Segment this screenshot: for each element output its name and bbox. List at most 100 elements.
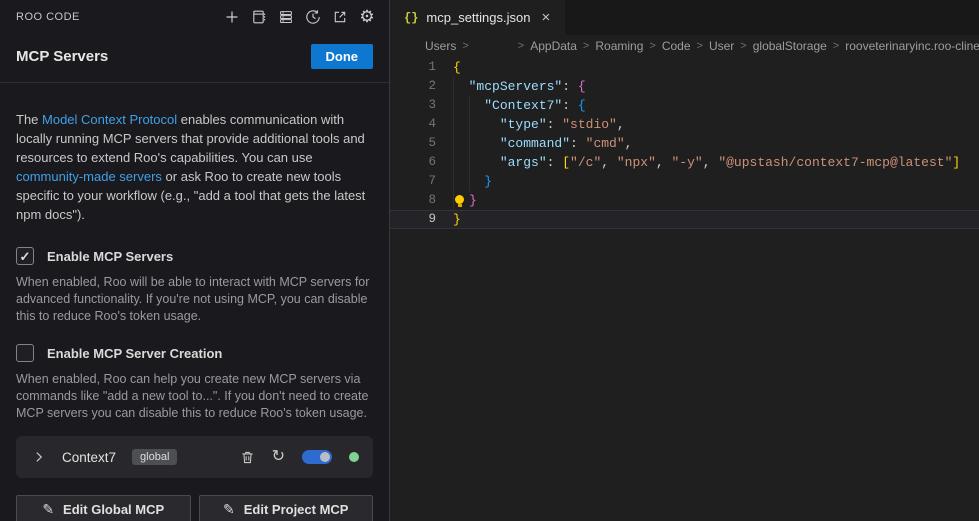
code-token <box>453 117 500 132</box>
settings-gear-icon[interactable]: ⚙ <box>357 7 377 27</box>
sidebar-body: The Model Context Protocol enables commu… <box>0 110 389 521</box>
line-content: } <box>436 172 492 191</box>
line-content: } <box>436 211 461 228</box>
code-token: } <box>469 193 477 208</box>
enable-mcp-servers-row: ✓ Enable MCP Servers <box>16 247 373 265</box>
line-content: "mcpServers": { <box>436 77 586 96</box>
line-number: 1 <box>390 58 436 77</box>
code-token: : <box>562 98 578 113</box>
enable-mcp-servers-checkbox[interactable]: ✓ <box>16 247 34 265</box>
code-editor[interactable]: 1{2 "mcpServers": {3 "Context7": {4 "typ… <box>390 57 979 229</box>
edit-project-mcp-label: Edit Project MCP <box>244 502 349 517</box>
breadcrumb-separator-icon: > <box>649 40 655 52</box>
code-token: "stdio" <box>562 117 617 132</box>
editor-group: {} mcp_settings.json × Users > > AppData > Ro… <box>389 0 979 521</box>
breadcrumb-segment[interactable]: Users <box>425 39 456 53</box>
code-token: "type" <box>500 117 547 132</box>
code-line[interactable]: 7 } <box>390 172 979 191</box>
code-token: { <box>578 98 586 113</box>
enable-mcp-servers-description: When enabled, Roo will be able to intera… <box>16 274 373 325</box>
tab-bar: {} mcp_settings.json × <box>390 0 979 35</box>
code-token: "npx" <box>617 155 656 170</box>
line-number: 6 <box>390 153 436 172</box>
breadcrumb-segment[interactable]: AppData <box>530 39 577 53</box>
mcp-server-item[interactable]: Context7 global ↻ <box>16 436 373 478</box>
line-content: "Context7": { <box>436 96 586 115</box>
breadcrumb-separator-icon: > <box>833 40 839 52</box>
intro-before: The <box>16 112 42 127</box>
page-title: MCP Servers <box>16 48 108 65</box>
line-content: } <box>436 191 477 210</box>
code-token: : <box>570 136 586 151</box>
code-token: : <box>547 117 563 132</box>
pencil-icon: ✎ <box>42 501 54 518</box>
open-in-editor-icon[interactable] <box>330 7 350 27</box>
code-token: , <box>625 136 633 151</box>
server-enabled-toggle[interactable] <box>302 450 332 464</box>
line-number: 8 <box>390 191 436 210</box>
code-line[interactable]: 3 "Context7": { <box>390 96 979 115</box>
code-line[interactable]: 6 "args": ["/c", "npx", "-y", "@upstash/… <box>390 153 979 172</box>
code-token: "mcpServers" <box>469 79 563 94</box>
breadcrumb-segment[interactable]: Roaming <box>595 39 643 53</box>
line-content: "type": "stdio", <box>436 115 625 134</box>
code-token: : <box>562 79 578 94</box>
tab-close-icon[interactable]: × <box>538 9 553 26</box>
code-token: { <box>453 60 461 75</box>
breadcrumb-segment[interactable]: User <box>709 39 734 53</box>
code-line[interactable]: 5 "command": "cmd", <box>390 134 979 153</box>
edit-global-mcp-button[interactable]: ✎ Edit Global MCP <box>16 495 191 521</box>
code-line[interactable]: 4 "type": "stdio", <box>390 115 979 134</box>
code-token: "command" <box>500 136 570 151</box>
breadcrumb-segment[interactable]: globalStorage <box>753 39 827 53</box>
mcp-server-icon[interactable] <box>276 7 296 27</box>
line-number: 3 <box>390 96 436 115</box>
code-token: } <box>453 212 461 227</box>
server-scope-badge: global <box>132 449 177 465</box>
code-token: "Context7" <box>484 98 562 113</box>
edit-mcp-buttons: ✎ Edit Global MCP ✎ Edit Project MCP <box>16 495 373 521</box>
breadcrumb-segment[interactable]: Code <box>662 39 691 53</box>
code-token: , <box>656 155 672 170</box>
code-token <box>453 98 484 113</box>
tab-mcp-settings-json[interactable]: {} mcp_settings.json × <box>390 0 565 35</box>
code-token: , <box>703 155 719 170</box>
chevron-right-icon[interactable] <box>30 448 48 466</box>
lightbulb-icon[interactable] <box>453 191 469 210</box>
prompts-notebook-icon[interactable] <box>249 7 269 27</box>
enable-mcp-creation-checkbox[interactable] <box>16 344 34 362</box>
breadcrumb-separator-icon: > <box>697 40 703 52</box>
breadcrumb-segment[interactable]: rooveterinaryinc.roo-cline <box>845 39 979 53</box>
code-line[interactable]: 2 "mcpServers": { <box>390 77 979 96</box>
edit-global-mcp-label: Edit Global MCP <box>63 502 164 517</box>
edit-project-mcp-button[interactable]: ✎ Edit Project MCP <box>199 495 374 521</box>
delete-server-trash-icon[interactable] <box>240 450 255 465</box>
code-token: "@upstash/context7-mcp@latest" <box>718 155 952 170</box>
line-number: 9 <box>390 211 436 228</box>
toggle-knob <box>320 452 330 462</box>
code-line[interactable]: 8} <box>390 191 979 210</box>
new-task-plus-icon[interactable] <box>222 7 242 27</box>
restart-server-refresh-icon[interactable]: ↻ <box>272 449 285 465</box>
mcp-protocol-link[interactable]: Model Context Protocol <box>42 112 177 127</box>
server-actions: ↻ <box>240 449 359 465</box>
breadcrumb: Users>>AppData>Roaming>Code>User>globalS… <box>390 35 979 57</box>
code-lines: 1{2 "mcpServers": {3 "Context7": {4 "typ… <box>390 58 979 229</box>
checkmark-icon: ✓ <box>20 250 31 263</box>
code-line[interactable]: 9} <box>390 210 979 229</box>
community-servers-link[interactable]: community-made servers <box>16 169 162 184</box>
history-icon[interactable] <box>303 7 323 27</box>
enable-mcp-creation-description: When enabled, Roo can help you create ne… <box>16 371 373 422</box>
json-file-icon: {} <box>404 11 418 25</box>
sidebar-header: ROO CODE <box>0 0 389 33</box>
code-token <box>453 79 469 94</box>
code-token: "args" <box>500 155 547 170</box>
code-line[interactable]: 1{ <box>390 58 979 77</box>
sidebar-toolbar: ⚙ <box>222 7 377 27</box>
code-token <box>453 155 500 170</box>
line-content: { <box>436 58 461 77</box>
done-button[interactable]: Done <box>311 44 374 69</box>
line-content: "command": "cmd", <box>436 134 632 153</box>
header-divider <box>0 82 389 83</box>
breadcrumb-separator-icon: > <box>462 40 468 52</box>
